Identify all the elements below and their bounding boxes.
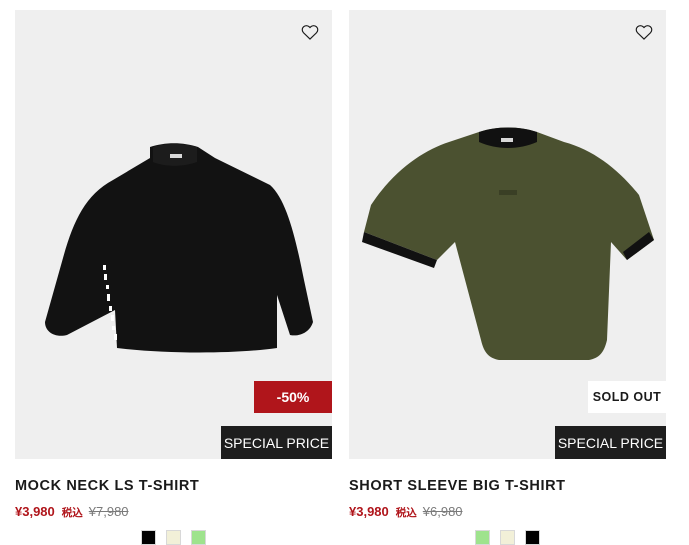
tax-label: 税込 xyxy=(61,507,83,519)
sold-out-badge: SOLD OUT xyxy=(588,381,666,413)
favorite-heart-icon[interactable] xyxy=(300,22,320,42)
color-swatch-black[interactable] xyxy=(525,530,540,545)
color-swatch-black[interactable] xyxy=(141,530,156,545)
product-card[interactable]: SOLD OUT SPECIAL PRICE SHORT SLEEVE BIG … xyxy=(349,10,666,545)
tax-label: 税込 xyxy=(395,507,417,519)
color-swatches xyxy=(15,530,332,545)
special-price-badge: SPECIAL PRICE xyxy=(221,426,332,459)
price-row: ¥3,980 税込 ¥6,980 xyxy=(349,504,666,520)
product-name[interactable]: MOCK NECK LS T-SHIRT xyxy=(15,478,332,494)
discount-badge: -50% xyxy=(254,381,332,413)
color-swatches xyxy=(349,530,666,545)
product-image-area[interactable]: SOLD OUT SPECIAL PRICE xyxy=(349,10,666,459)
sale-price: ¥3,980 xyxy=(15,504,55,519)
original-price: ¥7,980 xyxy=(88,504,129,519)
product-image-area[interactable]: -50% SPECIAL PRICE xyxy=(15,10,332,459)
color-swatch-green[interactable] xyxy=(191,530,206,545)
color-swatch-cream[interactable] xyxy=(166,530,181,545)
price-row: ¥3,980 税込 ¥7,980 xyxy=(15,504,332,520)
color-swatch-green[interactable] xyxy=(475,530,490,545)
color-swatch-cream[interactable] xyxy=(500,530,515,545)
special-price-badge: SPECIAL PRICE xyxy=(555,426,666,459)
original-price: ¥6,980 xyxy=(422,504,463,519)
favorite-heart-icon[interactable] xyxy=(634,22,654,42)
product-name[interactable]: SHORT SLEEVE BIG T-SHIRT xyxy=(349,478,666,494)
sale-price: ¥3,980 xyxy=(349,504,389,519)
product-card[interactable]: -50% SPECIAL PRICE MOCK NECK LS T-SHIRT … xyxy=(15,10,332,545)
